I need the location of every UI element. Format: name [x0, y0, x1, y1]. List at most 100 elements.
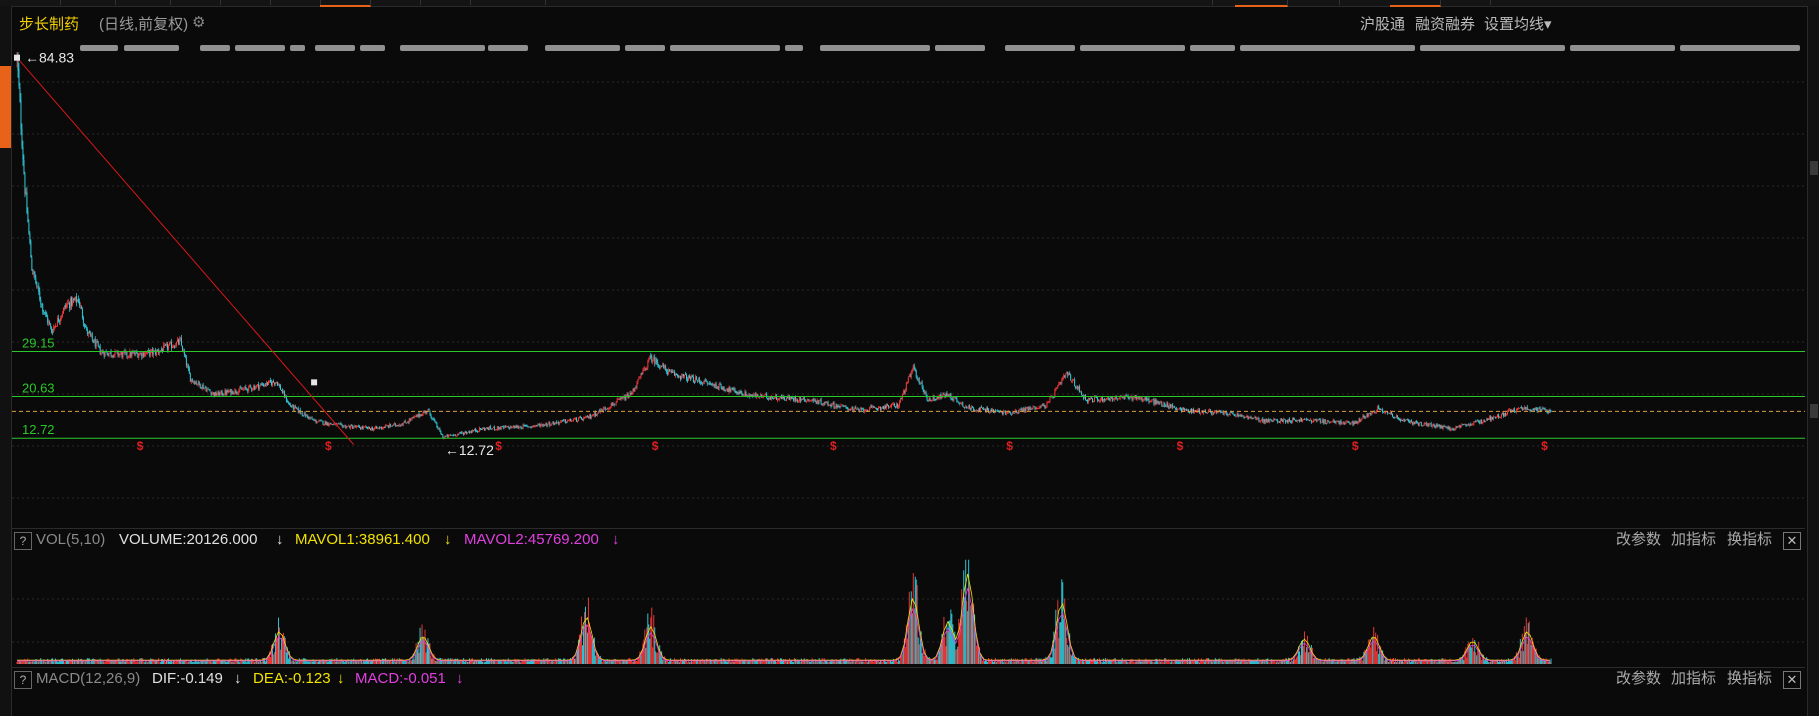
tab-right-3[interactable] — [1287, 0, 1340, 5]
volume-bar — [277, 617, 279, 664]
left-sidebar[interactable] — [0, 6, 12, 716]
tab-5[interactable] — [220, 0, 271, 5]
volume-bar — [904, 646, 906, 664]
price-chart[interactable]: 29.15 20.63 12.72 ←84.83 ←12.72 $ $ $ $ $ $ $ $ $ — [12, 48, 1805, 522]
candle-body — [1138, 397, 1140, 399]
volume-bar — [850, 661, 852, 664]
candle-body — [1449, 426, 1451, 430]
link-ma-settings[interactable]: 设置均线▾ — [1484, 13, 1552, 34]
candle-body — [472, 430, 473, 433]
candle-body — [1249, 417, 1251, 418]
candle-body — [951, 398, 953, 400]
tab-right-5[interactable] — [1440, 0, 1491, 5]
link-margin[interactable]: 融资融券 — [1415, 13, 1475, 34]
volume-panel[interactable]: ? VOL(5,10) VOLUME:20126.000 ↓ MAVOL1:38… — [12, 528, 1805, 689]
candle-body — [253, 386, 255, 390]
candle-body — [547, 424, 549, 426]
tab-2[interactable] — [60, 0, 116, 5]
volume-bar — [1269, 662, 1271, 664]
volume-bar — [251, 658, 253, 664]
volume-bar — [1367, 649, 1369, 664]
volume-bar — [447, 658, 449, 664]
volume-bar — [1465, 647, 1467, 664]
candle-body — [281, 390, 283, 394]
candle-body — [1494, 416, 1496, 418]
vol-help-button[interactable]: ? — [14, 532, 32, 550]
tab-1[interactable] — [0, 0, 61, 5]
candle-body — [574, 418, 576, 420]
vol-edit-params-button[interactable]: 改参数 — [1616, 529, 1661, 551]
candle-body — [1055, 389, 1057, 391]
candlestick-chart[interactable]: 29.1520.6312.72←84.83←12.72$ $ $ $ $ $ $ $ $ — [12, 48, 1805, 522]
volume-bar — [506, 661, 508, 664]
candle-body — [402, 423, 404, 426]
candle-body — [1527, 408, 1529, 410]
volume-bar — [1218, 658, 1220, 664]
high-label: ←84.83 — [25, 52, 74, 66]
tab-7[interactable] — [320, 0, 371, 7]
scroll-thumb-lower[interactable] — [1810, 404, 1818, 418]
period-label[interactable]: (日线,前复权) — [99, 13, 188, 34]
candle-body — [149, 350, 151, 356]
volume-bar — [289, 658, 291, 664]
candle-body — [1025, 407, 1027, 412]
candle-body — [470, 431, 472, 433]
tab-4[interactable] — [170, 0, 221, 5]
tab-3[interactable] — [115, 0, 171, 5]
candle-body — [1332, 419, 1334, 422]
macd-add-indicator-button[interactable]: 加指标 — [1671, 668, 1716, 690]
volume-bar — [1102, 658, 1104, 664]
volume-bar — [670, 658, 672, 664]
macd-indicator-name[interactable]: MACD(12,26,9) — [36, 668, 140, 690]
candle-body — [315, 420, 317, 423]
candle-body — [1459, 425, 1461, 428]
volume-bar — [834, 661, 836, 664]
candle-body — [510, 426, 512, 429]
tab-right-2[interactable] — [1235, 0, 1288, 7]
volume-bar — [1547, 662, 1549, 664]
candle-body — [566, 422, 568, 424]
right-scrollbar[interactable] — [1807, 6, 1819, 716]
candle-body — [625, 396, 627, 400]
volume-bar — [702, 660, 704, 664]
volume-bar — [1096, 661, 1097, 664]
tab-9[interactable] — [420, 0, 471, 5]
volume-bar — [1545, 658, 1547, 664]
macd-close-icon[interactable]: ✕ — [1783, 671, 1801, 689]
tab-10[interactable] — [470, 0, 546, 5]
macd-help-button[interactable]: ? — [14, 671, 32, 689]
volume-bar — [843, 658, 845, 664]
gear-icon[interactable]: ⚙ — [192, 13, 205, 31]
tab-8[interactable] — [370, 0, 421, 5]
event-marker: $ — [652, 439, 659, 453]
volume-bar — [354, 661, 356, 664]
vol-switch-indicator-button[interactable]: 换指标 — [1727, 529, 1772, 551]
candle-body — [392, 423, 394, 427]
stock-name[interactable]: 步长制药 — [19, 13, 79, 34]
scroll-thumb-upper[interactable] — [1810, 161, 1818, 175]
candle-body — [795, 399, 797, 401]
candle-body — [469, 431, 471, 433]
link-hgt[interactable]: 沪股通 — [1360, 13, 1405, 34]
vol-close-icon[interactable]: ✕ — [1783, 532, 1801, 550]
volume-bar — [1157, 661, 1159, 664]
candle-body — [1317, 419, 1319, 421]
volume-bar — [1334, 661, 1336, 664]
vol-volume-value: VOLUME:20126.000 — [119, 531, 258, 548]
vol-add-indicator-button[interactable]: 加指标 — [1671, 529, 1716, 551]
candle-body — [316, 422, 318, 424]
vol-indicator-name[interactable]: VOL(5,10) — [36, 529, 105, 551]
candle-body — [565, 419, 567, 423]
macd-edit-params-button[interactable]: 改参数 — [1616, 668, 1661, 690]
tab-6[interactable] — [270, 0, 321, 5]
tab-right-1[interactable] — [1188, 0, 1213, 5]
volume-bar — [654, 627, 656, 664]
candle-body — [785, 399, 786, 401]
candle-body — [412, 417, 414, 418]
candle-body — [493, 426, 495, 430]
macd-switch-indicator-button[interactable]: 换指标 — [1727, 668, 1772, 690]
volume-bar — [360, 658, 362, 664]
candle-body — [159, 351, 161, 354]
tab-right-4[interactable] — [1390, 0, 1441, 7]
volume-bar — [520, 662, 522, 664]
